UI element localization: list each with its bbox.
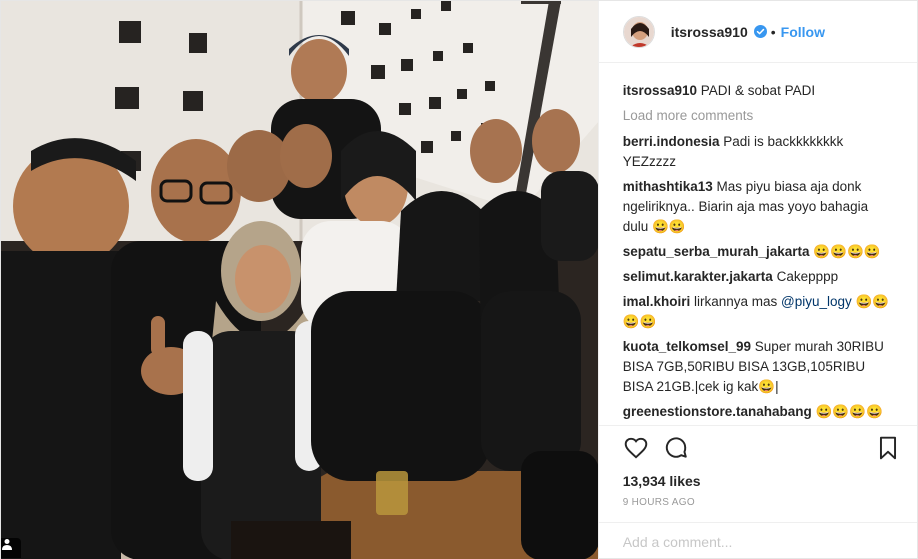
comment-username[interactable]: greenestionstore.tanahabang [623, 404, 812, 419]
list-item: mithashtika13 Mas piyu biasa aja donk ng… [623, 177, 897, 237]
instagram-post: itsrossa910 • Follow itsrossa910 PADI & … [0, 0, 918, 559]
header-username[interactable]: itsrossa910 [671, 24, 748, 40]
separator-dot: • [770, 23, 776, 40]
caption-username[interactable]: itsrossa910 [623, 83, 697, 98]
comment-username[interactable]: mithashtika13 [623, 179, 713, 194]
comment-mention-link[interactable]: @piyu_logy [781, 294, 852, 309]
load-more-comments-button[interactable]: Load more comments [623, 106, 897, 126]
add-comment-form [598, 522, 917, 559]
likes-count[interactable]: 13,934 likes [599, 469, 917, 489]
comments-list[interactable]: itsrossa910 PADI & sobat PADI Load more … [599, 63, 917, 425]
group-photo-illustration [1, 1, 598, 559]
comment-input[interactable] [622, 533, 893, 550]
follow-button[interactable]: Follow [781, 24, 825, 40]
caption: itsrossa910 PADI & sobat PADI [623, 81, 897, 101]
list-item: berri.indonesia Padi is backkkkkkkk YEZz… [623, 132, 897, 172]
list-item: imal.khoiri lirkannya mas @piyu_logy 😀😀😀… [623, 292, 897, 332]
post-header: itsrossa910 • Follow [598, 1, 917, 63]
list-item: sepatu_serba_murah_jakarta 😀😀😀😀 [623, 242, 897, 262]
list-item: kuota_telkomsel_99 Super murah 30RIBU BI… [623, 337, 897, 397]
comment-username[interactable]: kuota_telkomsel_99 [623, 339, 751, 354]
speech-bubble-icon[interactable] [663, 435, 689, 461]
comment-text: 😀😀😀😀 [815, 404, 883, 419]
comment-username[interactable]: berri.indonesia [623, 134, 720, 149]
list-item: greenestionstore.tanahabang 😀😀😀😀 [623, 402, 897, 422]
comment-text: lirkannya mas [694, 294, 778, 309]
post-photo[interactable] [1, 1, 598, 559]
comment-username[interactable]: selimut.karakter.jakarta [623, 269, 773, 284]
post-timestamp: 9 HOURS AGO [622, 497, 695, 508]
comment-text: Cakepppp [776, 269, 839, 284]
post-sidebar: itsrossa910 • Follow itsrossa910 PADI & … [597, 1, 917, 559]
avatar[interactable] [622, 15, 655, 48]
list-item: selimut.karakter.jakarta Cakepppp [623, 267, 897, 287]
comment-username[interactable]: imal.khoiri [623, 294, 691, 309]
bookmark-icon[interactable] [875, 435, 901, 461]
caption-text: PADI & sobat PADI [700, 83, 816, 98]
comment-text: 😀😀😀😀 [813, 244, 881, 259]
verified-badge-icon [753, 25, 767, 38]
person-tag-icon[interactable] [1, 538, 21, 558]
action-bar [598, 425, 917, 469]
comment-username[interactable]: sepatu_serba_murah_jakarta [623, 244, 810, 259]
heart-icon[interactable] [623, 435, 649, 461]
